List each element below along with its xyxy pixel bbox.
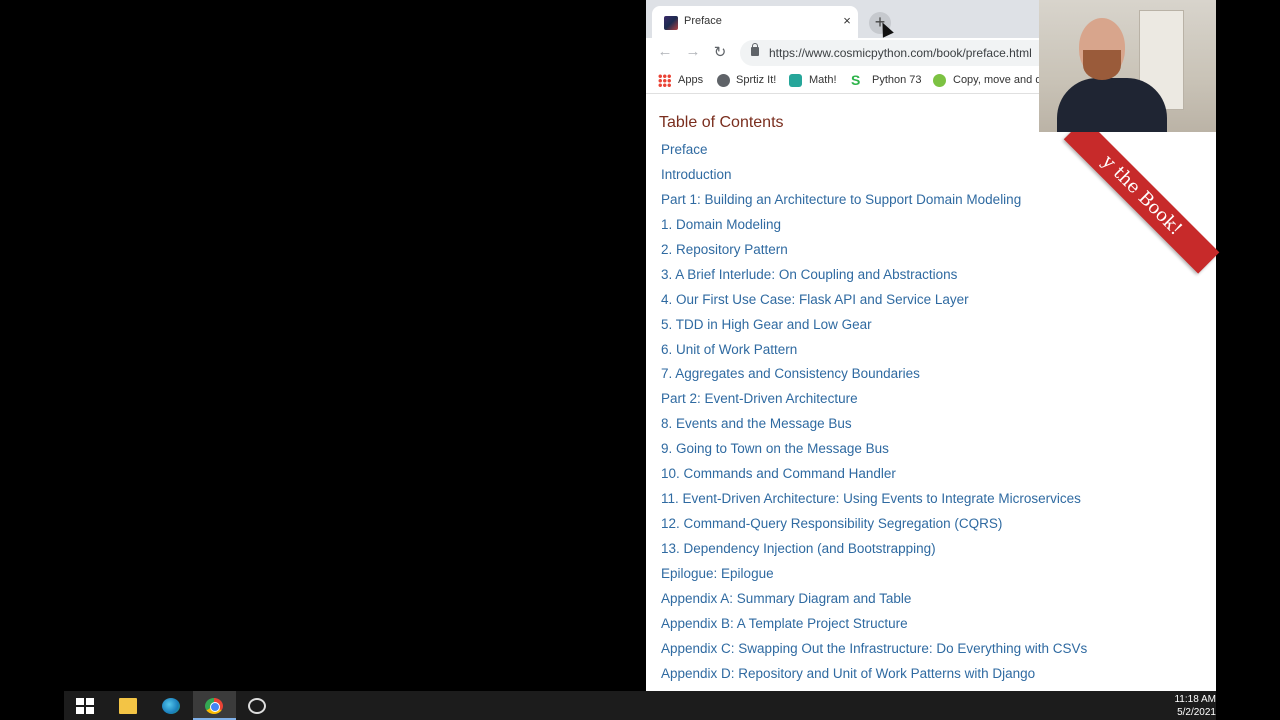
system-clock[interactable]: 11:18 AM 5/2/2021 xyxy=(1174,693,1216,719)
file-explorer-icon[interactable] xyxy=(107,691,150,720)
bookmark-copy[interactable]: Copy, move and de xyxy=(953,74,1048,86)
bookmark-python[interactable]: Python 73 xyxy=(872,74,922,86)
back-arrow-icon[interactable]: ← xyxy=(656,43,674,60)
toc-link[interactable]: Introduction xyxy=(661,167,1087,192)
tab-title: Preface xyxy=(684,15,722,27)
toc-link[interactable]: 10. Commands and Command Handler xyxy=(661,466,1087,491)
chrome-icon[interactable] xyxy=(193,691,236,720)
toc-list: Preface Introduction Part 1: Building an A… xyxy=(661,142,1087,691)
tab-preface[interactable]: Preface × xyxy=(652,6,858,38)
obs-studio-icon[interactable] xyxy=(236,691,279,720)
mouse-cursor-icon xyxy=(877,19,894,38)
clock-time: 11:18 AM xyxy=(1174,694,1216,705)
windows-taskbar: 11:18 AM 5/2/2021 xyxy=(64,691,1216,720)
toc-link[interactable]: 5. TDD in High Gear and Low Gear xyxy=(661,317,1087,342)
bookmark-math[interactable]: Math! xyxy=(809,74,837,86)
lock-icon[interactable] xyxy=(751,43,759,56)
reload-icon[interactable]: ↻ xyxy=(711,43,729,61)
toc-link[interactable]: Epilogue: Epilogue xyxy=(661,566,1087,591)
clock-date: 5/2/2021 xyxy=(1177,707,1216,718)
globe-icon[interactable] xyxy=(717,74,730,87)
toc-link[interactable]: 13. Dependency Injection (and Bootstrapp… xyxy=(661,541,1087,566)
url-text[interactable]: https://www.cosmicpython.com/book/prefac… xyxy=(769,46,1032,60)
toc-link[interactable]: 6. Unit of Work Pattern xyxy=(661,342,1087,367)
webcam-overlay xyxy=(1039,0,1216,132)
toc-link[interactable]: Part 2: Event-Driven Architecture xyxy=(661,391,1087,416)
toc-link[interactable]: 9. Going to Town on the Message Bus xyxy=(661,441,1087,466)
toc-link[interactable]: 3. A Brief Interlude: On Coupling and Ab… xyxy=(661,267,1087,292)
forward-arrow-icon[interactable]: → xyxy=(684,43,702,60)
windows-start-icon[interactable] xyxy=(64,691,107,720)
toc-link[interactable]: Appendix A: Summary Diagram and Table xyxy=(661,591,1087,616)
toc-link[interactable]: 8. Events and the Message Bus xyxy=(661,416,1087,441)
toc-link[interactable]: Part 1: Building an Architecture to Supp… xyxy=(661,192,1087,217)
apps-grid-icon[interactable] xyxy=(658,74,671,87)
bookmark-sprtiz[interactable]: Sprtiz It! xyxy=(736,74,776,86)
toc-link[interactable]: 7. Aggregates and Consistency Boundaries xyxy=(661,366,1087,391)
toc-link[interactable]: Preface xyxy=(661,142,1087,167)
math-bookmark-icon[interactable] xyxy=(789,74,802,87)
toc-link[interactable]: 4. Our First Use Case: Flask API and Ser… xyxy=(661,292,1087,317)
webcam-person-shirt xyxy=(1057,78,1167,132)
bookmark-apps[interactable]: Apps xyxy=(678,74,703,86)
toc-heading: Table of Contents xyxy=(659,114,784,131)
site-favicon-icon xyxy=(664,16,678,30)
toc-link[interactable]: 2. Repository Pattern xyxy=(661,242,1087,267)
toc-link[interactable]: Appendix D: Repository and Unit of Work … xyxy=(661,666,1087,691)
copy-bookmark-icon[interactable] xyxy=(933,74,946,87)
edge-browser-icon[interactable] xyxy=(150,691,193,720)
python-s-icon[interactable]: S xyxy=(851,72,864,88)
webcam-person-beard xyxy=(1083,50,1121,80)
toc-link[interactable]: 12. Command-Query Responsibility Segrega… xyxy=(661,516,1087,541)
tab-close-icon[interactable]: × xyxy=(840,13,854,28)
toc-link[interactable]: 1. Domain Modeling xyxy=(661,217,1087,242)
toc-link[interactable]: 11. Event-Driven Architecture: Using Eve… xyxy=(661,491,1087,516)
toc-link[interactable]: Appendix C: Swapping Out the Infrastruct… xyxy=(661,641,1087,666)
toc-link[interactable]: Appendix B: A Template Project Structure xyxy=(661,616,1087,641)
